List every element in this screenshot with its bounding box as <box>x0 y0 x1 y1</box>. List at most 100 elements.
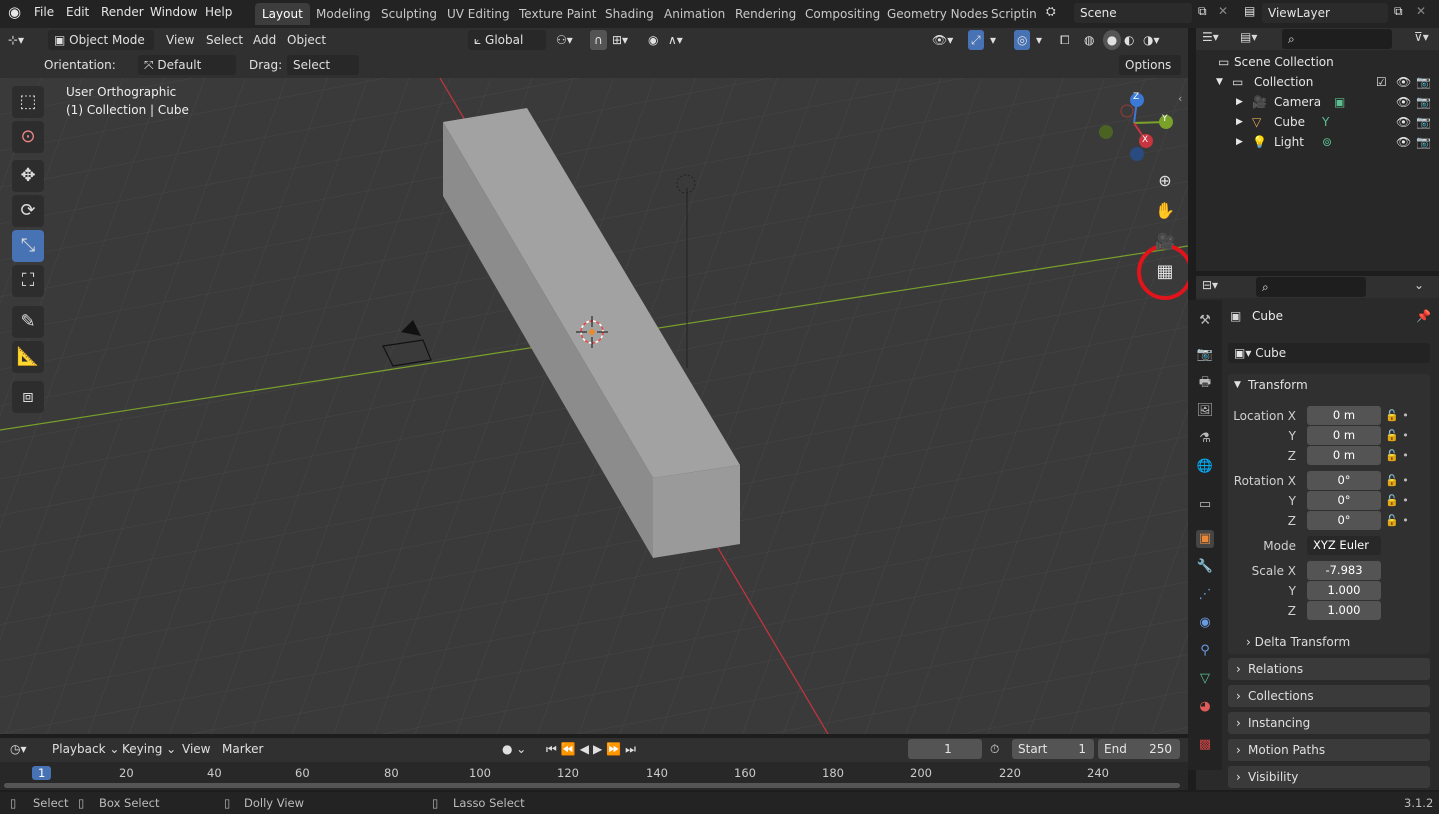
lock-icon[interactable]: 🔓 • <box>1385 446 1415 466</box>
outliner-editor-icon[interactable]: ☰▾ <box>1202 30 1219 44</box>
tool-tab-icon[interactable]: ⚒ <box>1196 312 1214 330</box>
timeline-editor-icon[interactable]: ◷▾ <box>10 739 27 759</box>
annotate-tool-icon[interactable]: ✎ <box>12 306 44 338</box>
camera-data-icon[interactable]: ▣ <box>1334 92 1345 112</box>
modifier-tab-icon[interactable]: 🔧 <box>1196 558 1214 576</box>
tab-modeling[interactable]: Modeling <box>309 3 378 25</box>
pan-hand-icon[interactable]: ✋ <box>1151 197 1179 225</box>
move-tool-icon[interactable]: ✥ <box>12 160 44 192</box>
render-tab-icon[interactable]: 📷 <box>1196 346 1214 364</box>
timeline-scrollbar[interactable] <box>4 783 1180 788</box>
keying-menu[interactable]: Keying ⌄ <box>122 739 176 759</box>
record-icon[interactable]: ● ⌄ <box>502 739 526 759</box>
sidebar-toggle-icon[interactable]: ‹ <box>1178 92 1182 105</box>
rotation-x-field[interactable]: 0° <box>1307 471 1381 490</box>
viewlayer-icon[interactable]: ▤ <box>1244 4 1255 18</box>
tab-sculpting[interactable]: Sculpting <box>374 3 444 25</box>
menu-file[interactable]: File <box>34 5 54 19</box>
chevron-down-icon[interactable]: ⌄ <box>1414 278 1424 292</box>
menu-object[interactable]: Object <box>287 30 326 50</box>
editor-type-icon[interactable]: ⊹▾ <box>8 30 24 50</box>
close-viewlayer-icon[interactable]: ✕ <box>1416 4 1426 18</box>
new-viewlayer-icon[interactable]: ⧉ <box>1394 4 1403 19</box>
world-tab-icon[interactable]: 🌐 <box>1196 458 1214 476</box>
instancing-panel[interactable]: › Instancing <box>1228 712 1430 734</box>
select-box-tool-icon[interactable]: ⬚ <box>12 86 44 118</box>
delta-transform-subpanel[interactable]: › Delta Transform <box>1246 635 1350 649</box>
visibility-icon[interactable]: 👁▾ <box>932 30 953 50</box>
motion-paths-panel[interactable]: › Motion Paths <box>1228 739 1430 761</box>
render-camera-icon[interactable]: 📷 <box>1416 132 1431 152</box>
new-scene-icon[interactable]: ⧉ <box>1198 4 1207 19</box>
transform-tool-icon[interactable]: ⛶ <box>12 265 44 297</box>
add-cube-tool-icon[interactable]: ⧈ <box>12 381 44 413</box>
tab-geometry-nodes[interactable]: Geometry Nodes <box>880 3 995 25</box>
scale-z-field[interactable]: 1.000 <box>1307 601 1381 620</box>
menu-select[interactable]: Select <box>206 30 243 50</box>
drag-dropdown[interactable]: Select Box <box>287 55 359 92</box>
expand-icon[interactable]: ▶ <box>1236 92 1243 112</box>
rotation-mode-dropdown[interactable]: XYZ Euler ⌄ <box>1307 536 1381 571</box>
rotate-tool-icon[interactable]: ⟳ <box>12 195 44 227</box>
tab-uv-editing[interactable]: UV Editing <box>440 3 517 25</box>
physics-tab-icon[interactable]: ◉ <box>1196 614 1214 632</box>
snap-icon[interactable]: ∩ <box>590 30 607 50</box>
cursor-tool-icon[interactable]: ⊙ <box>12 121 44 153</box>
texture-tab-icon[interactable]: ▩ <box>1196 736 1214 754</box>
shading-solid-icon[interactable]: ● <box>1103 30 1121 50</box>
output-tab-icon[interactable]: 🖶 <box>1196 374 1214 392</box>
mesh-data-icon[interactable]: Y <box>1322 112 1329 132</box>
falloff-icon[interactable]: ∧▾ <box>668 30 683 50</box>
snap-target-icon[interactable]: ⊞▾ <box>612 30 628 50</box>
properties-search-input[interactable]: ⌕ <box>1256 277 1366 297</box>
menu-help[interactable]: Help <box>205 5 232 19</box>
tab-compositing[interactable]: Compositing <box>798 3 887 25</box>
lock-icon[interactable]: 🔓 • <box>1385 511 1415 531</box>
playback-controls-icon[interactable]: ⏮⏪◀▶⏩⏭ <box>546 739 640 759</box>
location-x-field[interactable]: 0 m <box>1307 406 1381 425</box>
blender-logo-icon[interactable]: ◉ <box>8 3 21 21</box>
timeline-view-menu[interactable]: View <box>182 739 210 759</box>
tab-scripting[interactable]: Scripting <box>984 3 1036 25</box>
object-name-field[interactable]: ▣▾ Cube <box>1228 343 1430 363</box>
relations-panel[interactable]: › Relations <box>1228 658 1430 680</box>
outliner-collection[interactable]: ▼ ▭ Collection ☑ 👁 📷 <box>1196 72 1439 92</box>
menu-edit[interactable]: Edit <box>66 5 89 19</box>
scale-y-field[interactable]: 1.000 <box>1307 581 1381 600</box>
constraints-tab-icon[interactable]: ⚲ <box>1196 642 1214 660</box>
3d-viewport[interactable]: User Orthographic (1) Collection | Cube … <box>0 78 1188 734</box>
playback-menu[interactable]: Playback ⌄ <box>52 739 119 759</box>
measure-tool-icon[interactable]: 📐 <box>12 341 44 373</box>
rotation-z-field[interactable]: 0° <box>1307 511 1381 530</box>
scale-x-field[interactable]: -7.983 <box>1307 561 1381 580</box>
expand-icon[interactable]: ▶ <box>1236 112 1243 132</box>
menu-view[interactable]: View <box>166 30 194 50</box>
filter-icon[interactable]: ⊽▾ <box>1414 30 1429 44</box>
collection-tab-icon[interactable]: ▭ <box>1196 496 1214 514</box>
eye-icon[interactable]: 👁 <box>1396 112 1411 132</box>
lock-icon[interactable]: 🔓 • <box>1385 491 1415 511</box>
eye-icon[interactable]: 👁 <box>1396 72 1411 92</box>
particles-tab-icon[interactable]: ⋰ <box>1196 586 1214 604</box>
tab-texture-paint[interactable]: Texture Paint <box>512 3 603 25</box>
mode-dropdown[interactable]: ▣ Object Mode <box>48 30 154 50</box>
shading-material-icon[interactable]: ◐ <box>1124 30 1134 50</box>
outliner-scene-collection[interactable]: ▭ Scene Collection <box>1196 52 1439 72</box>
location-y-field[interactable]: 0 m <box>1307 426 1381 445</box>
lock-icon[interactable]: 🔓 • <box>1385 471 1415 491</box>
toggle-ortho-grid-icon[interactable]: ▦ <box>1151 258 1179 286</box>
pin-icon[interactable]: 📌 <box>1416 309 1431 323</box>
visibility-panel[interactable]: › Visibility <box>1228 766 1430 788</box>
tab-layout[interactable]: Layout <box>255 3 310 25</box>
tab-shading[interactable]: Shading <box>598 3 661 25</box>
menu-render[interactable]: Render <box>101 5 144 19</box>
close-scene-icon[interactable]: ✕ <box>1218 4 1228 18</box>
menu-window[interactable]: Window <box>150 5 197 19</box>
pivot-icon[interactable]: ⚇▾ <box>556 30 573 50</box>
outliner-item-camera[interactable]: ▶ 🎥 Camera ▣ 👁 📷 <box>1196 92 1439 112</box>
eye-icon[interactable]: 👁 <box>1396 92 1411 112</box>
scene-icon[interactable]: ⛭ <box>1046 4 1056 19</box>
options-dropdown[interactable]: Options <box>1119 55 1181 75</box>
current-frame-field[interactable]: 1 <box>908 739 982 759</box>
overlay-dropdown-icon[interactable]: ▾ <box>1036 30 1042 50</box>
